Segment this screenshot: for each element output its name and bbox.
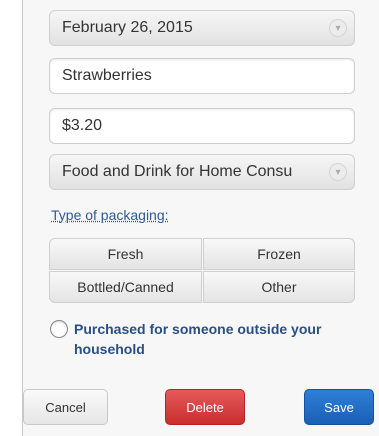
- item-name-field[interactable]: Strawberries: [49, 58, 355, 94]
- packaging-label: Type of packaging:: [51, 207, 169, 223]
- category-value: Food and Drink for Home Consu: [62, 163, 293, 180]
- item-name-value: Strawberries: [62, 67, 152, 84]
- packaging-bottled-canned-button[interactable]: Bottled/Canned: [49, 271, 202, 303]
- date-value: February 26, 2015: [62, 19, 193, 36]
- chevron-down-icon: ▾: [329, 19, 347, 37]
- price-field[interactable]: $3.20: [49, 108, 355, 144]
- packaging-other-button[interactable]: Other: [203, 271, 355, 303]
- date-select[interactable]: February 26, 2015 ▾: [49, 10, 355, 46]
- price-value: $3.20: [62, 117, 103, 134]
- packaging-fresh-button[interactable]: Fresh: [49, 238, 202, 270]
- chevron-down-icon: ▾: [329, 163, 347, 181]
- packaging-frozen-button[interactable]: Frozen: [203, 238, 355, 270]
- save-button[interactable]: Save: [304, 389, 374, 425]
- outside-household-label: Purchased for someone outside your house…: [74, 321, 322, 357]
- delete-button[interactable]: Delete: [165, 389, 245, 425]
- outside-household-checkbox[interactable]: [50, 320, 68, 338]
- category-select[interactable]: Food and Drink for Home Consu ▾: [49, 154, 355, 190]
- cancel-button[interactable]: Cancel: [23, 389, 108, 425]
